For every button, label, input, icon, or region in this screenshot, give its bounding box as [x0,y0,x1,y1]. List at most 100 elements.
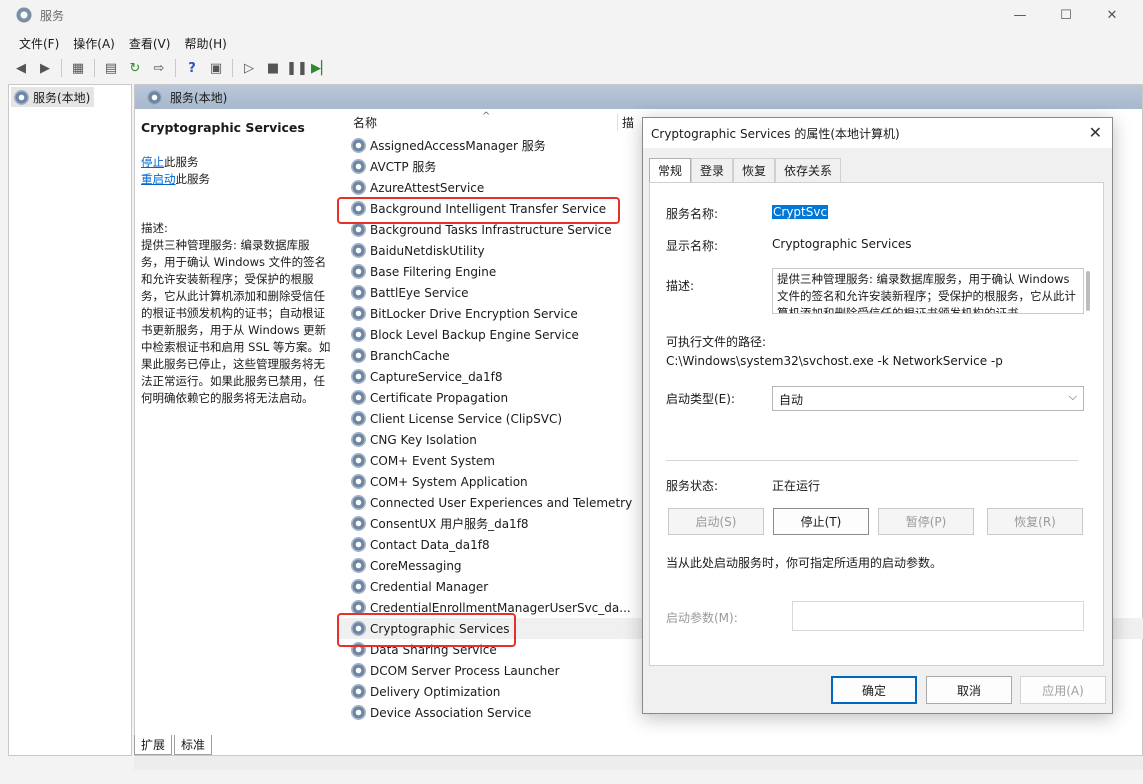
section-divider [666,460,1078,461]
start-service-icon[interactable]: ▷ [238,57,260,79]
status-bar [134,756,1143,770]
column-header-description[interactable]: 描 [617,114,634,131]
startup-type-label: 启动类型(E): [666,392,735,406]
general-tab-panel: 服务名称: CryptSvc 显示名称: Cryptographic Servi… [649,182,1104,666]
service-name: COM+ Event System [370,453,495,468]
pane-header: 服务(本地) [135,85,1142,109]
title-bar: 服务 — ☐ ✕ [0,0,1143,30]
service-name: CNG Key Isolation [370,432,477,447]
view-tabs: 扩展 标准 [134,734,214,756]
description-label: 描述: [666,279,695,293]
stop-action: 停止此服务 [141,154,331,171]
restart-action: 重启动此服务 [141,171,331,188]
tab-standard[interactable]: 标准 [174,735,213,755]
selected-service-title: Cryptographic Services [141,120,305,135]
properties-icon[interactable]: ▤ [100,57,122,79]
menu-help[interactable]: 帮助(H) [177,32,233,54]
service-name: Base Filtering Engine [370,264,497,279]
stop-button[interactable]: 停止(T) [773,508,869,535]
gear-icon [351,474,366,489]
gear-icon [351,537,366,552]
highlight-box-bits [337,197,620,224]
ok-button[interactable]: 确定 [831,676,917,704]
pause-button[interactable]: 暂停(P) [878,508,974,535]
refresh-icon[interactable]: ↻ [124,57,146,79]
services-app-icon [16,7,32,23]
forward-icon[interactable]: ▶ [34,57,56,79]
display-name-value: Cryptographic Services [772,237,912,251]
window-title: 服务 [40,8,65,23]
apply-button[interactable]: 应用(A) [1020,676,1106,704]
resume-button[interactable]: 恢复(R) [987,508,1083,535]
properties-dialog: Cryptographic Services 的属性(本地计算机) ✕ 常规 登… [642,117,1113,714]
tab-dependencies[interactable]: 依存关系 [775,158,842,182]
gear-icon [351,453,366,468]
start-params-hint: 当从此处启动服务时，你可指定所适用的启动参数。 [666,556,943,570]
startup-type-select[interactable]: 自动 ⌵ [772,386,1084,411]
gear-icon [351,159,366,174]
show-console-tree-icon[interactable]: ▦ [67,57,89,79]
service-name: Background Tasks Infrastructure Service [370,222,612,237]
stop-service-link[interactable]: 停止 [141,155,164,169]
toolbar-divider [61,59,62,77]
tab-logon[interactable]: 登录 [691,158,734,182]
menu-view[interactable]: 查看(V) [122,32,178,54]
service-name: BaiduNetdiskUtility [370,243,485,258]
maximize-icon[interactable]: ☐ [1043,0,1089,30]
display-name-label: 显示名称: [666,239,719,253]
minimize-icon[interactable]: — [997,0,1043,30]
service-description-panel: Cryptographic Services 停止此服务 重启动此服务 描述: … [135,109,337,729]
pause-service-icon[interactable]: ❚❚ [286,57,308,79]
service-name: Certificate Propagation [370,390,509,405]
menu-file[interactable]: 文件(F) [12,32,66,54]
export-list-icon[interactable]: ⇨ [148,57,170,79]
service-name-value[interactable]: CryptSvc [772,205,829,219]
menu-action[interactable]: 操作(A) [66,32,122,54]
highlight-box-cryptographic [337,613,516,647]
gear-icon [351,684,366,699]
gear-icon [351,243,366,258]
back-icon[interactable]: ◀ [10,57,32,79]
cancel-button[interactable]: 取消 [926,676,1012,704]
tab-recovery[interactable]: 恢复 [733,158,776,182]
service-name: AzureAttestService [370,180,485,195]
toolbar-divider [175,59,176,77]
dialog-close-icon[interactable]: ✕ [1089,123,1102,142]
gear-icon [351,579,366,594]
tab-general[interactable]: 常规 [649,158,692,182]
column-header-name[interactable]: 名称 [339,114,617,131]
service-name-label: 服务名称: [666,207,719,221]
dialog-title: Cryptographic Services 的属性(本地计算机) [643,118,1112,148]
description-scrollbar[interactable] [1086,271,1090,311]
path-value: C:\Windows\system32\svchost.exe -k Netwo… [666,354,1003,368]
toolbar-divider [94,59,95,77]
gear-icon [14,90,29,105]
startup-type-value: 自动 [779,393,804,407]
service-name: CoreMessaging [370,558,462,573]
service-name: CaptureService_da1f8 [370,369,503,384]
toolbar: ◀ ▶ ▦ ▤ ↻ ⇨ ? ▣ ▷ ■ ❚❚ ▶▏ [0,55,1143,81]
tree-item-label: 服务(本地) [33,91,91,105]
path-label: 可执行文件的路径: [666,335,767,349]
gear-icon [351,285,366,300]
dialog-tabs: 常规 登录 恢复 依存关系 [649,158,842,182]
restart-service-link[interactable]: 重启动 [141,172,176,186]
start-params-input[interactable] [792,601,1084,631]
gear-icon [351,390,366,405]
help-icon[interactable]: ? [181,57,203,79]
action-pane-icon[interactable]: ▣ [205,57,227,79]
menu-bar: 文件(F) 操作(A) 查看(V) 帮助(H) [0,32,234,54]
gear-icon [351,558,366,573]
gear-icon [351,432,366,447]
service-name: AVCTP 服务 [370,160,437,174]
close-icon[interactable]: ✕ [1089,0,1135,30]
start-button[interactable]: 启动(S) [668,508,764,535]
restart-suffix: 此服务 [175,172,211,186]
pane-header-title: 服务(本地) [170,90,228,105]
tab-extended[interactable]: 扩展 [134,735,173,755]
tree-item-services-local[interactable]: 服务(本地) [11,87,95,107]
restart-service-icon[interactable]: ▶▏ [310,57,332,79]
service-name: DCOM Server Process Launcher [370,663,560,678]
stop-service-icon[interactable]: ■ [262,57,284,79]
description-field[interactable]: 提供三种管理服务: 编录数据库服务，用于确认 Windows 文件的签名和允许安… [772,268,1084,314]
